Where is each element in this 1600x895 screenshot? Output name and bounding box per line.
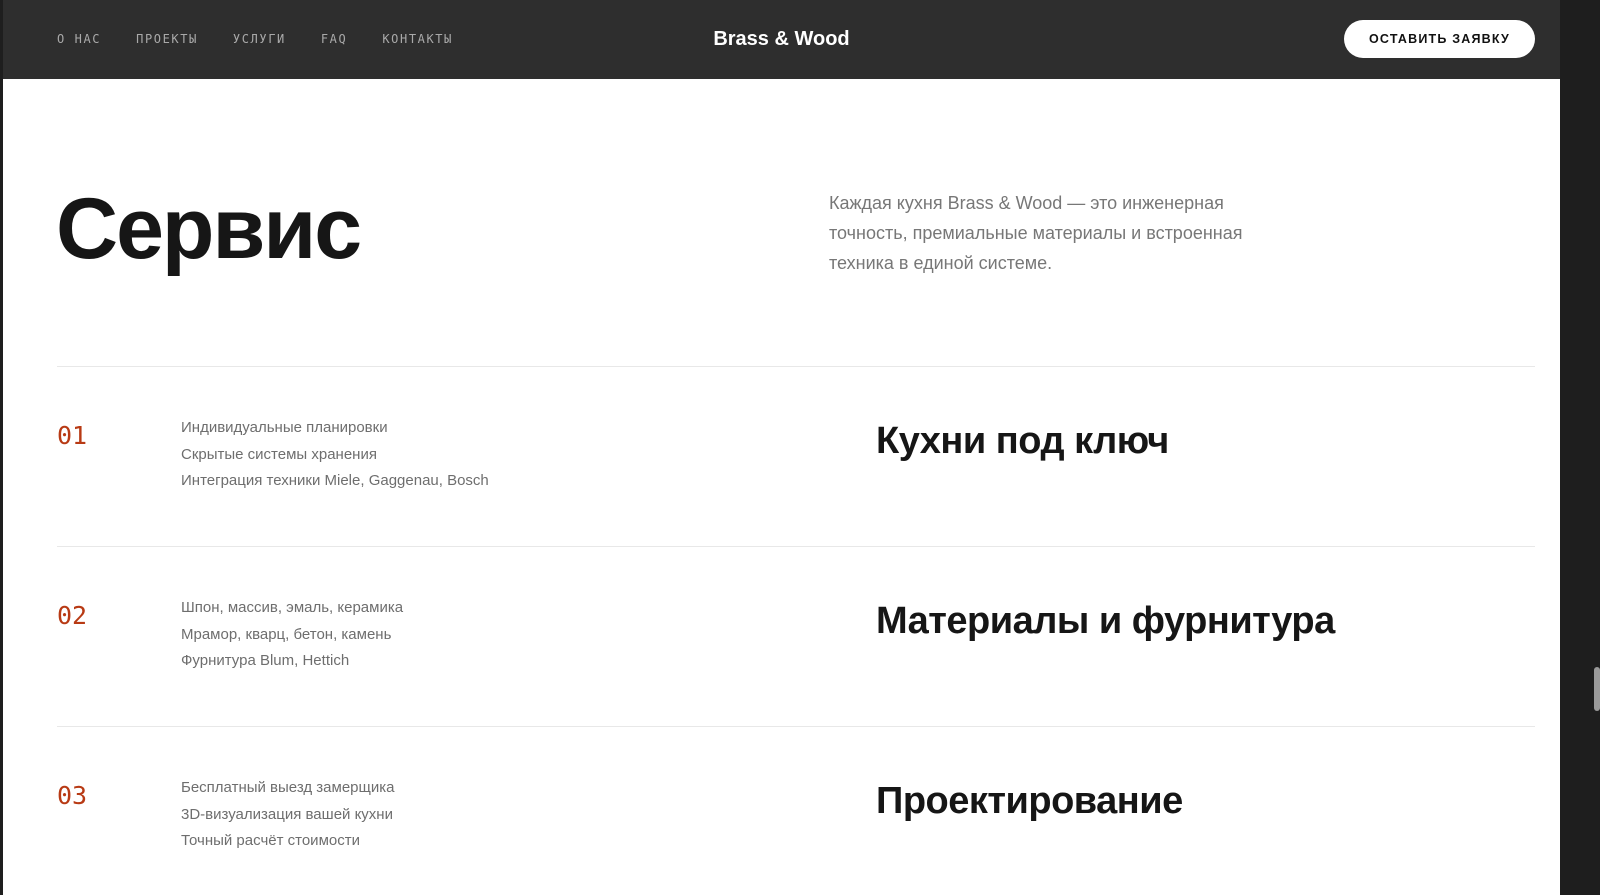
scrollbar-thumb[interactable] bbox=[1594, 667, 1600, 711]
service-features: Бесплатный выезд замерщика 3D-визуализац… bbox=[181, 775, 394, 855]
service-feature: Бесплатный выезд замерщика bbox=[181, 779, 395, 796]
service-feature: Интеграция техники Miele, Gaggenau, Bosc… bbox=[181, 472, 489, 489]
service-number: 03 bbox=[57, 781, 88, 810]
hero-description: Каждая кухня Brass & Wood — это инженерн… bbox=[829, 193, 1243, 273]
service-title: Кухни под ключ bbox=[876, 420, 1169, 462]
service-row-design: 03 Бесплатный выезд замерщика 3D-визуали… bbox=[3, 726, 1560, 895]
window-frame-right bbox=[1560, 0, 1600, 895]
site-logo[interactable]: Brass & Wood bbox=[3, 28, 1560, 51]
service-feature: Шпон, массив, эмаль, керамика bbox=[181, 599, 404, 616]
service-feature: 3D-визуализация вашей кухни bbox=[181, 805, 393, 823]
page-viewport: О НАС ПРОЕКТЫ УСЛУГИ FAQ КОНТАКТЫ Brass … bbox=[3, 0, 1560, 895]
service-feature: Скрытые системы хранения bbox=[181, 445, 377, 463]
service-feature: Мрамор, кварц, бетон, камень bbox=[181, 625, 392, 643]
service-row-materials: 02 Шпон, массив, эмаль, керамика Мрамор,… bbox=[3, 546, 1560, 726]
service-features: Индивидуальные планировки Скрытые систем… bbox=[181, 415, 489, 495]
service-title: Проектирование bbox=[876, 780, 1183, 822]
service-features: Шпон, массив, эмаль, керамика Мрамор, кв… bbox=[181, 595, 403, 675]
service-number: 01 bbox=[57, 421, 88, 450]
service-title: Материалы и фурнитура bbox=[876, 600, 1335, 642]
service-row-kitchens: 01 Индивидуальные планировки Скрытые сис… bbox=[3, 366, 1560, 546]
service-number: 02 bbox=[57, 601, 88, 630]
site-header: О НАС ПРОЕКТЫ УСЛУГИ FAQ КОНТАКТЫ Brass … bbox=[3, 0, 1560, 79]
service-feature: Точный расчёт стоимости bbox=[181, 832, 360, 849]
request-button[interactable]: ОСТАВИТЬ ЗАЯВКУ bbox=[1344, 20, 1535, 58]
service-feature: Индивидуальные планировки bbox=[181, 419, 388, 436]
service-feature: Фурнитура Blum, Hettich bbox=[181, 652, 350, 669]
page-title: Сервис bbox=[56, 181, 362, 277]
